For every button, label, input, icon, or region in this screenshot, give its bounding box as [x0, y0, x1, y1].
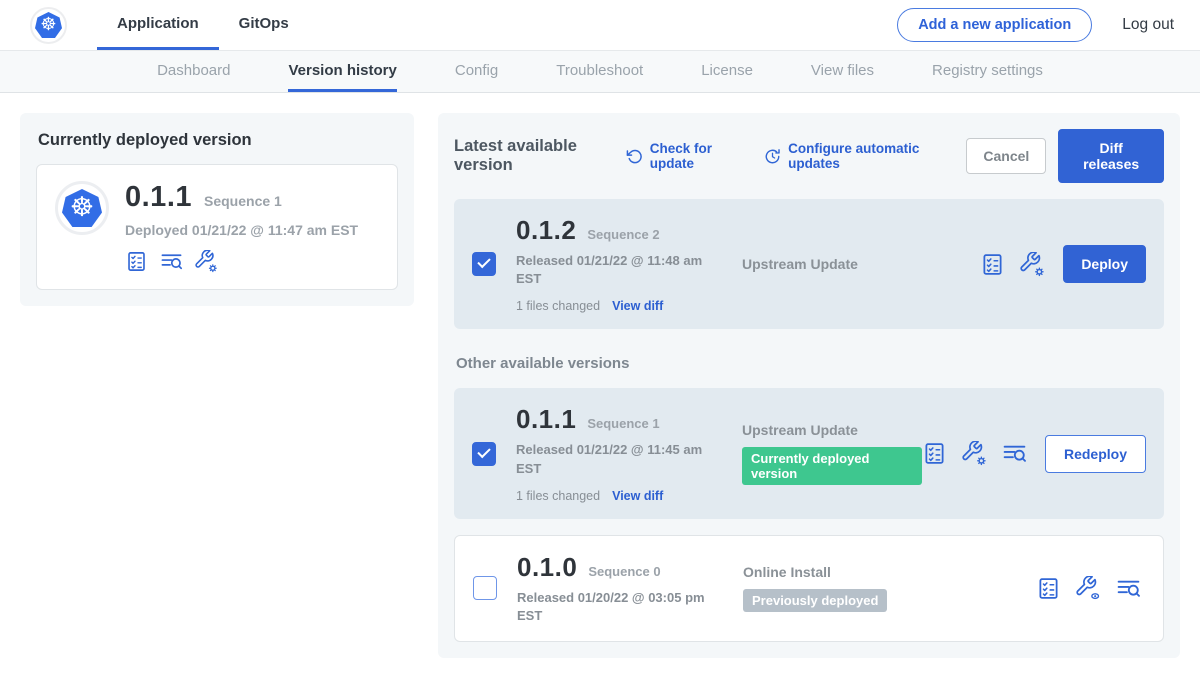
available-versions-panel: Latest available version Check for updat… — [438, 113, 1180, 658]
check-for-update-link[interactable]: Check for update — [626, 141, 738, 171]
source-label: Upstream Update — [742, 422, 922, 438]
version-source-0-1-1: Upstream Update Currently deployed versi… — [734, 422, 922, 485]
other-available-versions-title: Other available versions — [456, 355, 1164, 372]
subnav-tab-license-label: License — [701, 62, 753, 79]
files-changed-label: 1 files changed — [516, 489, 600, 503]
source-label: Upstream Update — [742, 256, 980, 272]
kubernetes-logo: ☸ — [30, 7, 67, 44]
configure-automatic-updates-label: Configure automatic updates — [788, 141, 940, 171]
kubernetes-logo-icon: ☸ — [35, 12, 62, 38]
previously-deployed-badge: Previously deployed — [743, 589, 887, 612]
configure-automatic-updates-link[interactable]: Configure automatic updates — [764, 141, 940, 171]
currently-deployed-panel: Currently deployed version ☸ 0.1.1 Seque… — [20, 113, 414, 306]
version-checkbox-0-1-1[interactable] — [472, 442, 496, 466]
subnav-tab-troubleshoot[interactable]: Troubleshoot — [556, 51, 643, 92]
app-logo-kubernetes-icon: ☸ — [62, 189, 102, 227]
version-info-0-1-2: 0.1.2 Sequence 2 Released 01/21/22 @ 11:… — [516, 215, 734, 313]
top-nav-tabs: Application GitOps — [97, 0, 309, 50]
subnav-tab-registry-settings-label: Registry settings — [932, 62, 1043, 79]
released-timestamp: Released 01/21/22 @ 11:48 am EST — [516, 252, 716, 288]
tab-application-label: Application — [117, 15, 199, 32]
redeploy-button[interactable]: Redeploy — [1045, 435, 1146, 473]
sequence-label: Sequence 2 — [587, 227, 659, 242]
subnav-tab-view-files-label: View files — [811, 62, 874, 79]
subnav-tab-dashboard[interactable]: Dashboard — [157, 51, 230, 92]
add-new-application-button[interactable]: Add a new application — [897, 8, 1092, 42]
tab-gitops[interactable]: GitOps — [219, 0, 309, 50]
app-logo: ☸ — [55, 181, 109, 235]
subnav-tab-dashboard-label: Dashboard — [157, 62, 230, 79]
view-logs-icon[interactable] — [160, 250, 183, 273]
version-number: 0.1.2 — [516, 215, 576, 246]
version-checkbox-0-1-0[interactable] — [473, 576, 497, 600]
subnav-tab-config-label: Config — [455, 62, 498, 79]
version-checkbox-0-1-2[interactable] — [472, 252, 496, 276]
version-action-icons-0-1-2 — [980, 252, 1045, 277]
app-subnav: Dashboard Version history Config Trouble… — [0, 50, 1200, 93]
view-logs-icon[interactable] — [1002, 441, 1027, 466]
version-source-0-1-2: Upstream Update — [734, 256, 980, 272]
latest-available-title: Latest available version — [454, 137, 610, 175]
logout-link[interactable]: Log out — [1122, 16, 1174, 34]
deployed-version-card: ☸ 0.1.1 Sequence 1 Deployed 01/21/22 @ 1… — [36, 164, 398, 290]
top-navbar: ☸ Application GitOps Add a new applicati… — [0, 0, 1200, 50]
subnav-tab-registry-settings[interactable]: Registry settings — [932, 51, 1043, 92]
files-changed-label: 1 files changed — [516, 299, 600, 313]
view-diff-link[interactable]: View diff — [612, 299, 663, 313]
deployed-action-icons — [125, 250, 358, 273]
version-info-0-1-1: 0.1.1 Sequence 1 Released 01/21/22 @ 11:… — [516, 404, 734, 502]
version-source-0-1-0: Online Install Previously deployed — [735, 564, 1036, 612]
preflight-view-icon[interactable] — [1076, 576, 1101, 601]
deployed-version-number: 0.1.1 — [125, 181, 192, 214]
subnav-tab-troubleshoot-label: Troubleshoot — [556, 62, 643, 79]
preflight-checklist-icon[interactable] — [1036, 576, 1061, 601]
released-timestamp: Released 01/20/22 @ 03:05 pm EST — [517, 589, 717, 625]
preflight-checklist-icon[interactable] — [922, 441, 947, 466]
config-edit-icon[interactable] — [195, 250, 218, 273]
version-action-icons-0-1-1 — [922, 441, 1027, 466]
preflight-checklist-icon[interactable] — [125, 250, 148, 273]
preflight-checklist-icon[interactable] — [980, 252, 1005, 277]
source-label: Online Install — [743, 564, 1036, 580]
cancel-button[interactable]: Cancel — [966, 138, 1046, 174]
view-diff-link[interactable]: View diff — [612, 489, 663, 503]
version-action-icons-0-1-0 — [1036, 576, 1141, 601]
deployed-sequence-label: Sequence 1 — [204, 193, 282, 209]
check-update-icon — [626, 148, 643, 165]
deployed-timestamp: Deployed 01/21/22 @ 11:47 am EST — [125, 222, 358, 238]
config-edit-icon[interactable] — [962, 441, 987, 466]
currently-deployed-badge: Currently deployed version — [742, 447, 922, 485]
version-row-0-1-2: 0.1.2 Sequence 2 Released 01/21/22 @ 11:… — [454, 199, 1164, 329]
currently-deployed-title: Currently deployed version — [38, 131, 398, 150]
subnav-tab-config[interactable]: Config — [455, 51, 498, 92]
version-row-0-1-0: 0.1.0 Sequence 0 Released 01/20/22 @ 03:… — [454, 535, 1164, 642]
subnav-tab-version-history[interactable]: Version history — [288, 51, 396, 92]
sequence-label: Sequence 0 — [588, 564, 660, 579]
subnav-tab-license[interactable]: License — [701, 51, 753, 92]
version-info-0-1-0: 0.1.0 Sequence 0 Released 01/20/22 @ 03:… — [517, 552, 735, 625]
auto-update-icon — [764, 148, 781, 165]
version-number: 0.1.1 — [516, 404, 576, 435]
tab-gitops-label: GitOps — [239, 15, 289, 32]
subnav-tab-view-files[interactable]: View files — [811, 51, 874, 92]
version-number: 0.1.0 — [517, 552, 577, 583]
version-row-0-1-1: 0.1.1 Sequence 1 Released 01/21/22 @ 11:… — [454, 388, 1164, 518]
released-timestamp: Released 01/21/22 @ 11:45 am EST — [516, 441, 716, 477]
view-logs-icon[interactable] — [1116, 576, 1141, 601]
deployed-version-details: 0.1.1 Sequence 1 Deployed 01/21/22 @ 11:… — [125, 181, 358, 273]
available-versions-header: Latest available version Check for updat… — [454, 129, 1164, 183]
deploy-button[interactable]: Deploy — [1063, 245, 1146, 283]
check-for-update-label: Check for update — [650, 141, 738, 171]
diff-releases-button[interactable]: Diff releases — [1058, 129, 1164, 183]
sequence-label: Sequence 1 — [587, 416, 659, 431]
main-content: Currently deployed version ☸ 0.1.1 Seque… — [0, 93, 1200, 678]
tab-application[interactable]: Application — [97, 0, 219, 50]
config-edit-icon[interactable] — [1020, 252, 1045, 277]
subnav-tab-version-history-label: Version history — [288, 62, 396, 79]
